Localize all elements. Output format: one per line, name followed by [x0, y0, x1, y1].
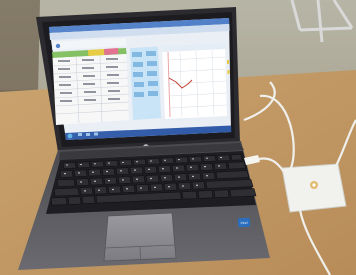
photo-scene: hp — [0, 0, 356, 275]
touchpad — [103, 212, 177, 262]
power-adapter — [281, 163, 347, 213]
keyboard — [46, 151, 257, 214]
intel-sticker-text: intel — [240, 221, 247, 225]
chair-back-left — [0, 0, 40, 100]
intel-sticker: intel — [237, 217, 251, 228]
laptop-screen — [49, 18, 232, 140]
